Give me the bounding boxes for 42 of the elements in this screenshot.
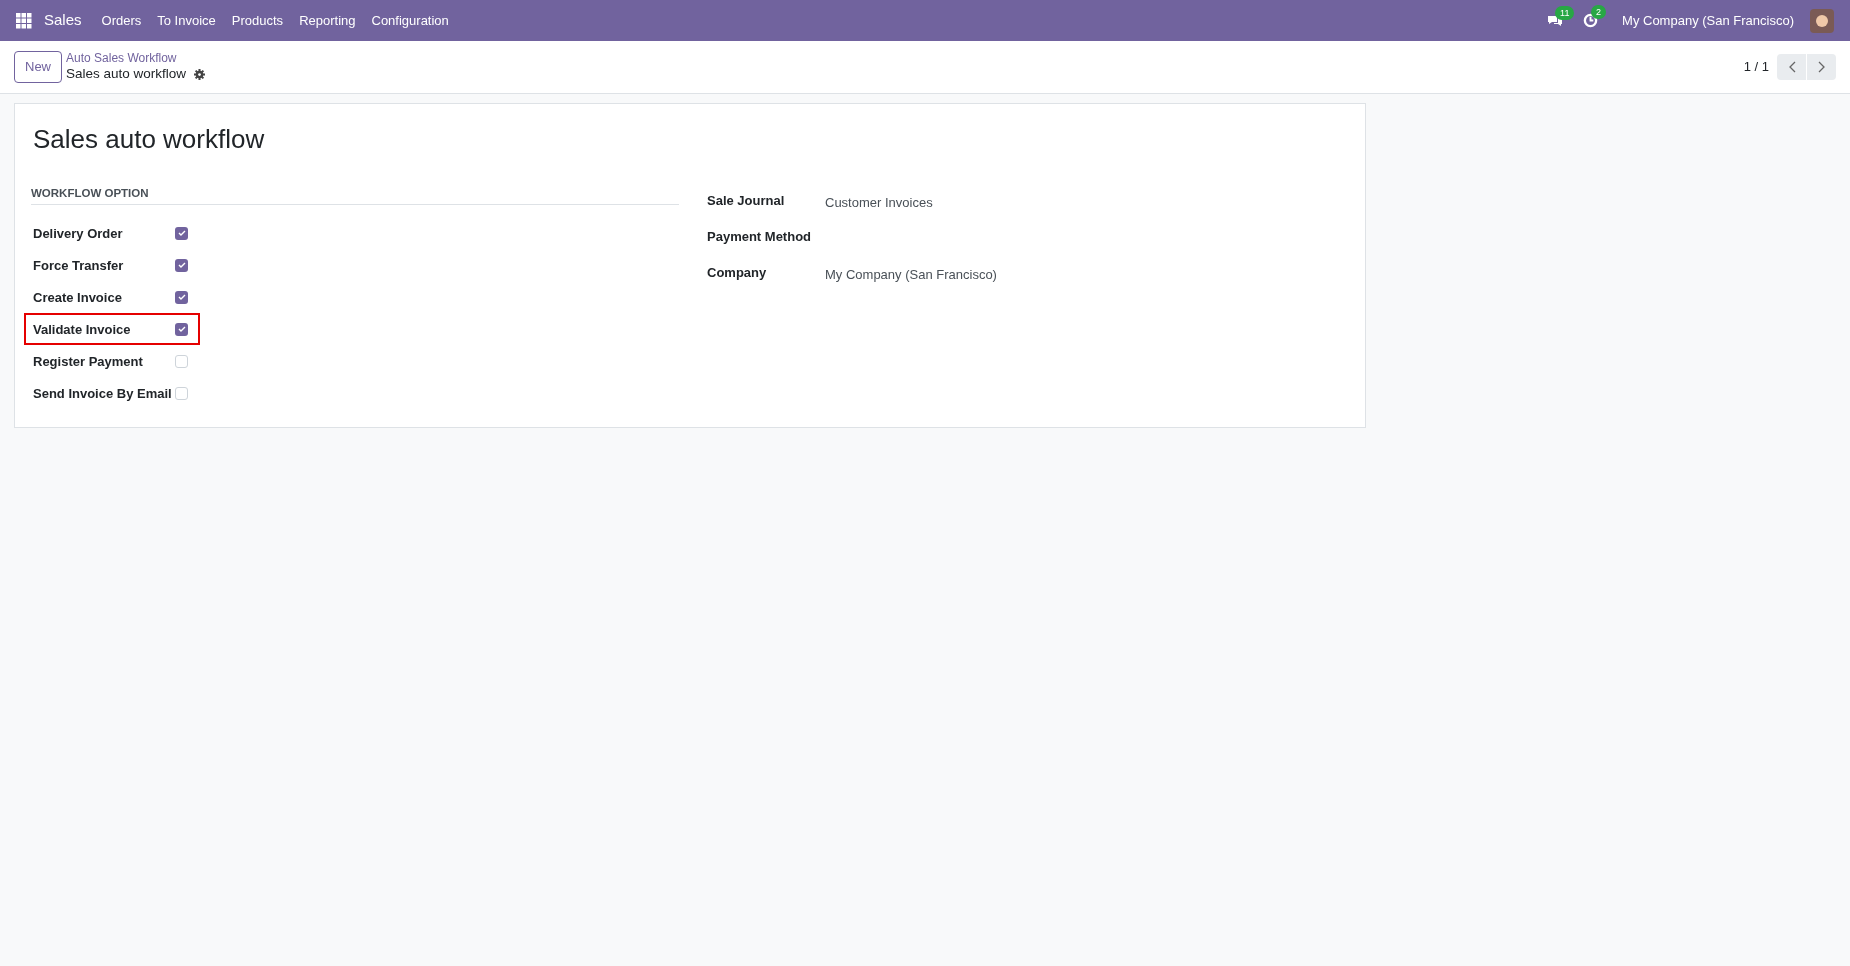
checkbox[interactable] — [175, 258, 188, 272]
checkbox[interactable] — [175, 386, 188, 400]
record-name: Sales auto workflow — [66, 66, 187, 83]
menu-item[interactable]: Reporting — [299, 10, 356, 31]
option-label: Create Invoice — [33, 290, 122, 306]
activities-badge: 2 — [1591, 5, 1607, 19]
field-label: Sale Journal — [707, 192, 786, 210]
menu-item[interactable]: Products — [231, 10, 284, 31]
field-label: Payment Method — [707, 228, 812, 246]
check-icon — [177, 229, 186, 238]
field-value: My Company (San Francisco) — [825, 266, 997, 284]
option-label: Send Invoice By Email — [33, 386, 172, 402]
user-avatar[interactable] — [1810, 8, 1834, 33]
gear-icon[interactable] — [194, 69, 206, 80]
menu-item[interactable]: Orders — [101, 10, 142, 31]
option-label: Register Payment — [33, 354, 143, 370]
chevron-left-icon — [1787, 61, 1796, 73]
option-label: Validate Invoice — [33, 322, 131, 338]
check-icon — [177, 325, 186, 334]
checkbox[interactable] — [175, 290, 188, 304]
apps-grid-icon[interactable] — [16, 12, 32, 29]
app-name[interactable]: Sales — [44, 9, 82, 32]
check-icon — [177, 293, 186, 302]
menu-item[interactable]: To Invoice — [157, 10, 216, 31]
checkbox[interactable] — [175, 322, 188, 336]
menu-item[interactable]: Configuration — [371, 10, 449, 31]
clock-icon[interactable] — [1583, 13, 1599, 28]
breadcrumb-link[interactable]: Auto Sales Workflow — [66, 51, 206, 67]
check-icon — [177, 261, 186, 270]
checkbox[interactable] — [175, 226, 188, 240]
new-button[interactable]: New — [14, 51, 62, 83]
section-heading: WORKFLOW OPTION — [31, 185, 679, 206]
checkbox[interactable] — [175, 354, 188, 368]
option-label: Delivery Order — [33, 226, 123, 242]
pager-value: 1 / 1 — [1743, 58, 1769, 77]
company-switcher[interactable]: My Company (San Francisco) — [1622, 10, 1794, 31]
field-value: Customer Invoices — [825, 194, 933, 212]
record-title: Sales auto workflow — [33, 123, 266, 156]
field-label: Company — [707, 264, 768, 282]
messages-badge: 11 — [1555, 5, 1575, 20]
chevron-right-icon — [1817, 61, 1826, 73]
option-label: Force Transfer — [33, 258, 124, 274]
